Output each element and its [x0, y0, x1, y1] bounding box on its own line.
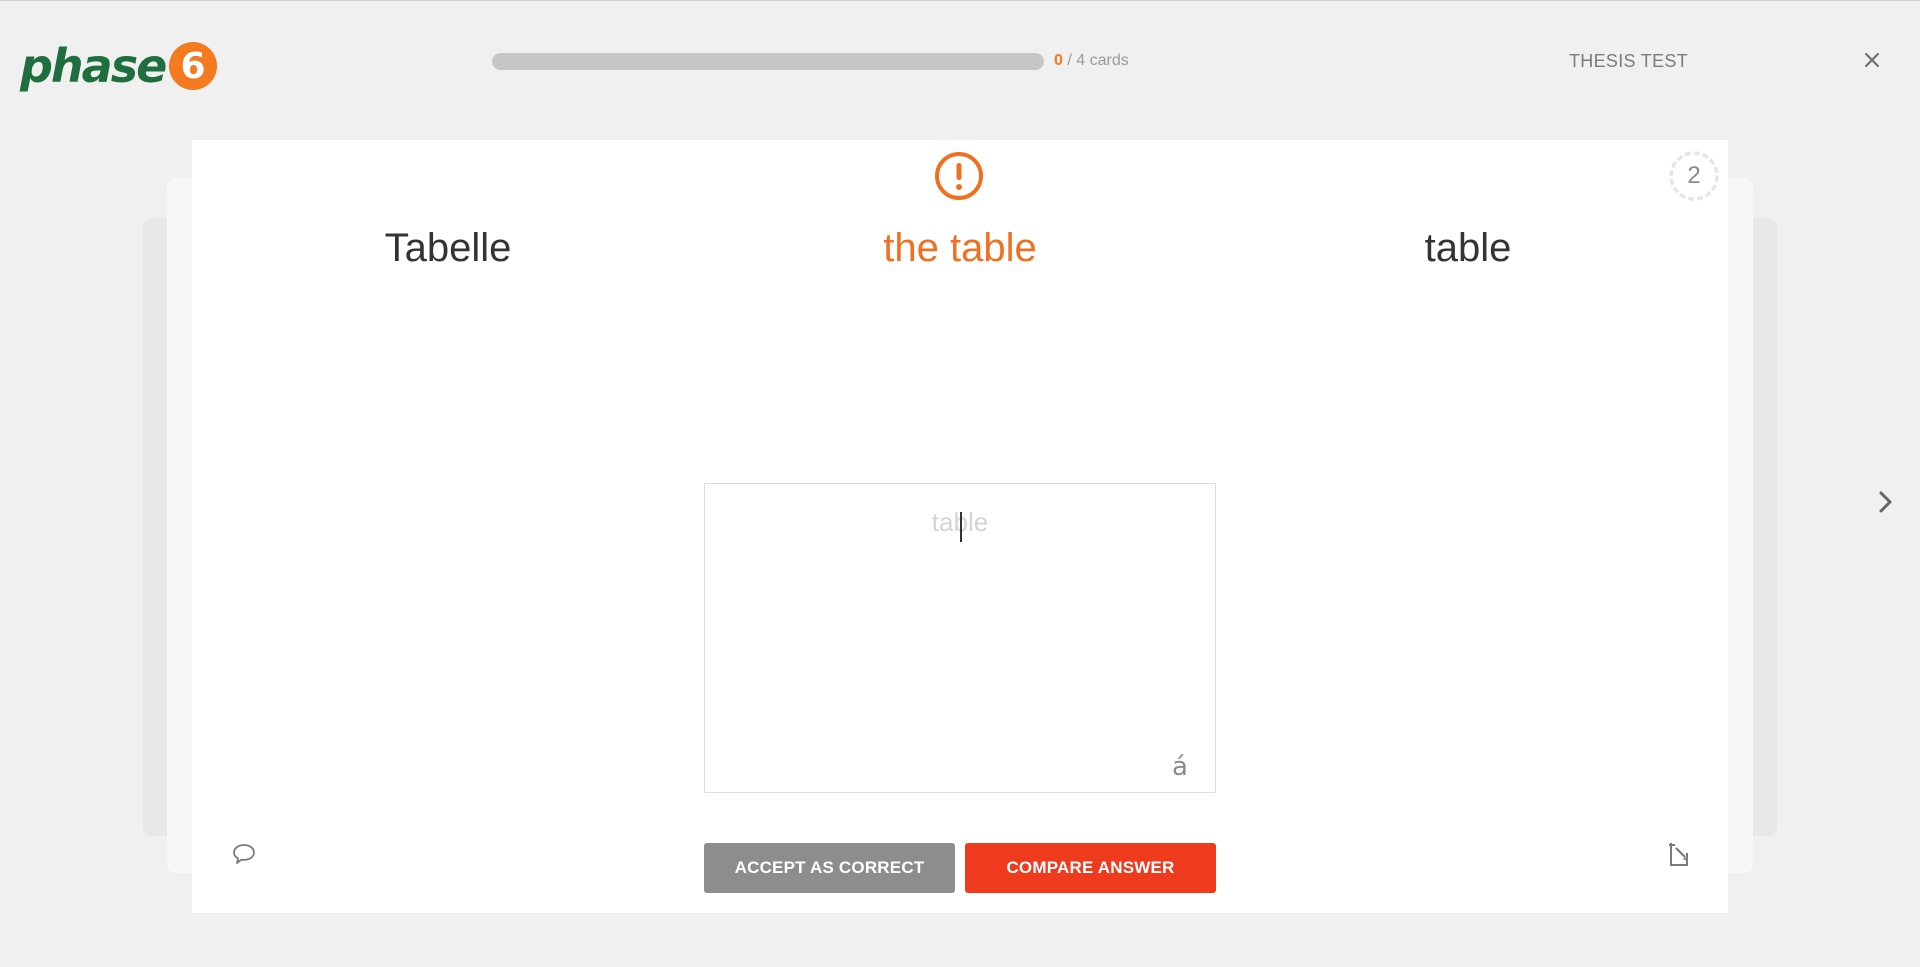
phase6-logo[interactable]: phase 6	[20, 38, 219, 94]
logo-wordmark: phase	[20, 39, 167, 93]
text-cursor	[960, 512, 962, 542]
source-word: Tabelle	[384, 226, 512, 270]
progress-total: 4 cards	[1076, 52, 1129, 69]
logo-six-badge: 6	[169, 42, 218, 90]
top-border	[0, 0, 1920, 1]
edit-card-icon[interactable]	[1665, 839, 1695, 869]
accent-character-button[interactable]: á	[1165, 752, 1195, 782]
flashcard: 2 Tabelle the table table á ACCEPT AS CO…	[192, 140, 1728, 913]
progress-current: 0	[1054, 52, 1063, 69]
progress-separator: /	[1062, 52, 1077, 69]
accept-as-correct-button[interactable]: ACCEPT AS CORRECT	[704, 843, 955, 893]
chevron-right-icon[interactable]	[1876, 488, 1896, 516]
progress-bar	[492, 52, 1044, 70]
card-progress: 0 / 4 cards	[492, 52, 1129, 70]
phase-number: 2	[1687, 162, 1701, 189]
hint-word: table	[1424, 226, 1512, 270]
phase-indicator: 2	[1668, 150, 1720, 202]
compare-answer-button[interactable]: COMPARE ANSWER	[965, 843, 1216, 893]
close-icon[interactable]	[1860, 48, 1884, 72]
progress-count: 0 / 4 cards	[1054, 52, 1129, 70]
svg-text:6: 6	[181, 46, 206, 87]
speech-bubble-icon[interactable]	[230, 840, 258, 868]
translation-word: the table	[883, 226, 1037, 270]
exclamation-circle-icon	[935, 152, 983, 200]
deck-title: THESIS TEST	[1569, 51, 1688, 71]
